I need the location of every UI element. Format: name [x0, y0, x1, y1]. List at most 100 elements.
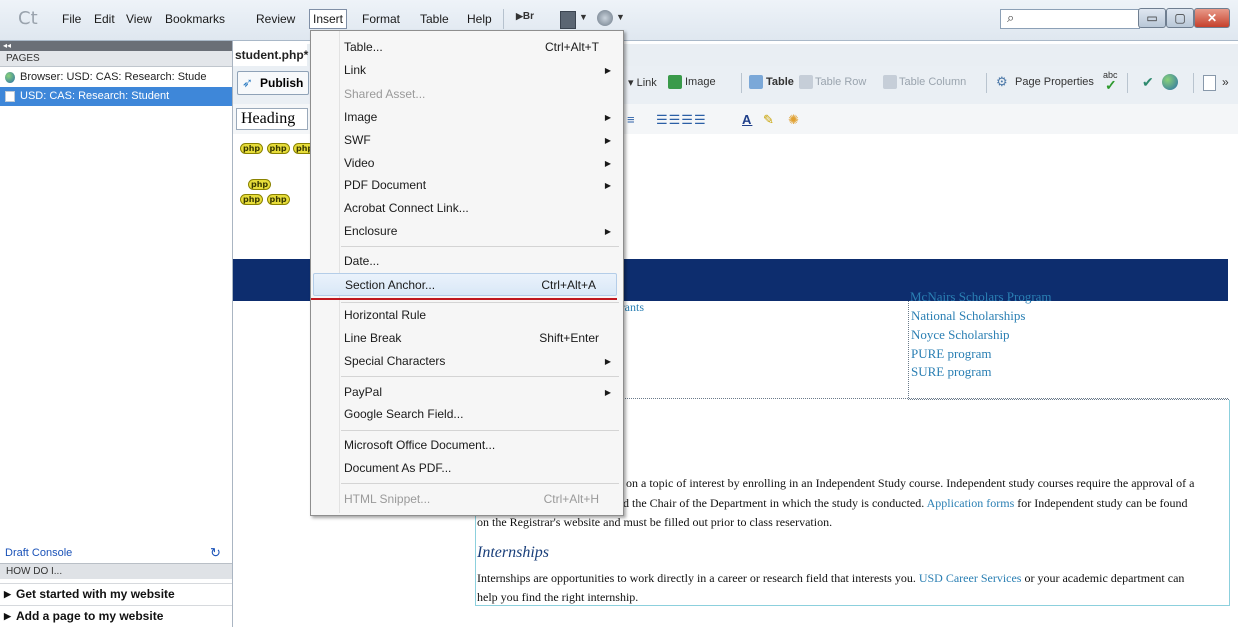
php-include-icon[interactable]: php	[240, 143, 264, 154]
menu-item-section-anchor[interactable]: Section Anchor... Ctrl+Alt+A	[313, 273, 617, 296]
menu-item-line-break[interactable]: Line Break Shift+Enter	[311, 327, 621, 350]
menu-separator	[341, 246, 619, 247]
new-page-icon[interactable]	[1203, 75, 1216, 91]
menu-separator	[341, 483, 619, 484]
menu-help[interactable]: Help	[467, 12, 492, 26]
list-indent-icons[interactable]: ☰☰☰☰	[656, 112, 707, 128]
image-icon[interactable]	[668, 75, 682, 89]
noyce-scholarship-link[interactable]: Noyce Scholarship	[911, 327, 1010, 343]
chevron-down-icon[interactable]: ▼	[579, 12, 588, 22]
bridge-label: Br	[522, 11, 535, 22]
table-row-button[interactable]: Table Row	[815, 76, 866, 88]
independent-study-text: on the Registrar's website and must be f…	[477, 515, 833, 529]
layout-icon[interactable]	[560, 11, 576, 29]
menu-item-swf[interactable]: SWF ▶	[311, 129, 621, 152]
sure-program-link[interactable]: SURE program	[911, 364, 992, 380]
application-forms-link[interactable]: Application forms	[927, 496, 1015, 510]
tab-student-php[interactable]: student.php*	[233, 45, 308, 65]
menu-item-html-snippet[interactable]: HTML Snippet... Ctrl+Alt+H	[311, 488, 621, 511]
toolbar-divider	[741, 73, 742, 93]
internships-heading: Internships	[477, 544, 549, 561]
menu-insert[interactable]: Insert	[313, 12, 343, 26]
chevron-down-icon[interactable]: ▼	[616, 12, 625, 22]
menu-separator	[341, 302, 619, 303]
menu-item-special-characters[interactable]: Special Characters ▶	[311, 350, 621, 373]
howdoi-label: Get started with my website	[16, 587, 175, 601]
panel-collapse-strip[interactable]: ◂◂	[0, 41, 232, 51]
career-services-link[interactable]: USD Career Services	[919, 571, 1022, 585]
validate-icon[interactable]: ✔	[1142, 74, 1154, 91]
menu-item-pdf-document[interactable]: PDF Document ▶	[311, 174, 621, 197]
menu-file[interactable]: File	[62, 12, 81, 26]
php-include-icon[interactable]: php	[240, 194, 264, 205]
text-color-icon[interactable]: A	[742, 112, 752, 127]
menu-format[interactable]: Format	[362, 12, 400, 26]
menu-bookmarks[interactable]: Bookmarks	[165, 12, 225, 26]
menu-item-label: Link	[344, 63, 367, 77]
menu-item-label: PDF Document	[344, 178, 427, 192]
page-item-browser[interactable]: Browser: USD: CAS: Research: Stude	[0, 68, 232, 87]
triangle-right-icon: ▶	[4, 589, 11, 599]
menu-item-horizontal-rule[interactable]: Horizontal Rule	[311, 304, 621, 327]
overflow-chevron-icon[interactable]: »	[1222, 75, 1229, 89]
menu-view[interactable]: View	[126, 12, 152, 26]
submenu-arrow-icon: ▶	[604, 388, 611, 397]
menu-item-google-search-field[interactable]: Google Search Field...	[311, 403, 621, 426]
how-do-i-header: HOW DO I...	[0, 563, 232, 579]
menu-item-label: Microsoft Office Document...	[344, 438, 496, 452]
php-include-icon[interactable]: php	[266, 143, 290, 154]
menu-item-shared-asset[interactable]: Shared Asset...	[311, 83, 621, 106]
menu-review[interactable]: Review	[256, 12, 295, 26]
highlight-icon[interactable]: ✎	[763, 112, 775, 128]
national-scholarships-link[interactable]: National Scholarships	[911, 308, 1025, 324]
menu-item-video[interactable]: Video ▶	[311, 152, 621, 175]
special-icon[interactable]: ✺	[788, 112, 800, 128]
menu-item-label: Image	[344, 110, 378, 124]
refresh-icon[interactable]: ↻	[210, 545, 221, 561]
search-icon[interactable]: ⌕	[1007, 10, 1014, 26]
menu-item-document-as-pdf[interactable]: Document As PDF...	[311, 457, 621, 480]
bridge-icon[interactable]: ▶Br	[516, 11, 534, 22]
table-icon[interactable]	[749, 75, 763, 89]
menu-table[interactable]: Table	[420, 12, 449, 26]
menu-item-image[interactable]: Image ▶	[311, 106, 621, 129]
menu-item-acrobat-connect-link[interactable]: Acrobat Connect Link...	[311, 197, 621, 220]
menu-item-date[interactable]: Date...	[311, 250, 621, 273]
double-chevron-left-icon[interactable]: ◂◂	[0, 41, 11, 50]
page-item-student[interactable]: USD: CAS: Research: Student	[0, 87, 232, 106]
table-button[interactable]: Table	[766, 76, 794, 88]
extensions-icon[interactable]	[597, 10, 613, 26]
php-include-icon[interactable]: php	[248, 179, 272, 190]
image-button[interactable]: Image	[685, 76, 716, 88]
internships-text-part: Internships are opportunities to work di…	[477, 571, 919, 585]
page-properties-icon[interactable]: ⚙	[996, 74, 1008, 90]
menu-item-ms-office-document[interactable]: Microsoft Office Document...	[311, 434, 621, 457]
close-button[interactable]: ✕	[1194, 8, 1230, 28]
menu-item-link[interactable]: Link ▶	[311, 59, 621, 82]
menu-item-enclosure[interactable]: Enclosure ▶	[311, 220, 621, 243]
paragraph-style-select[interactable]: Heading	[236, 108, 308, 130]
draft-console-link[interactable]: Draft Console	[0, 544, 232, 562]
spellcheck-icon[interactable]: ✓	[1105, 77, 1117, 94]
link-button[interactable]: ▾ Link	[628, 76, 657, 89]
search-input[interactable]	[1000, 9, 1140, 29]
submenu-arrow-icon: ▶	[604, 113, 611, 122]
pages-header: PAGES	[0, 51, 232, 67]
menu-item-table[interactable]: Table... Ctrl+Alt+T	[311, 36, 621, 59]
maximize-button[interactable]: ▢	[1166, 8, 1194, 28]
menu-item-paypal[interactable]: PayPal ▶	[311, 381, 621, 404]
table-column-button[interactable]: Table Column	[899, 76, 966, 88]
howdoi-add-page[interactable]: ▶ Add a page to my website	[0, 605, 232, 625]
menu-edit[interactable]: Edit	[94, 12, 115, 26]
justify-icon[interactable]: ≡	[627, 112, 636, 127]
pure-program-link[interactable]: PURE program	[911, 346, 992, 362]
howdoi-get-started[interactable]: ▶ Get started with my website	[0, 583, 232, 603]
php-include-icon[interactable]: php	[266, 194, 290, 205]
page-properties-button[interactable]: Page Properties	[1015, 76, 1094, 88]
howdoi-label: Add a page to my website	[16, 609, 164, 623]
menu-item-label: PayPal	[344, 385, 383, 399]
minimize-button[interactable]: ▭	[1138, 8, 1166, 28]
internships-text-part: or your academic department can	[1021, 571, 1185, 585]
preview-globe-icon[interactable]	[1162, 74, 1178, 90]
triangle-right-icon: ▶	[4, 611, 11, 621]
